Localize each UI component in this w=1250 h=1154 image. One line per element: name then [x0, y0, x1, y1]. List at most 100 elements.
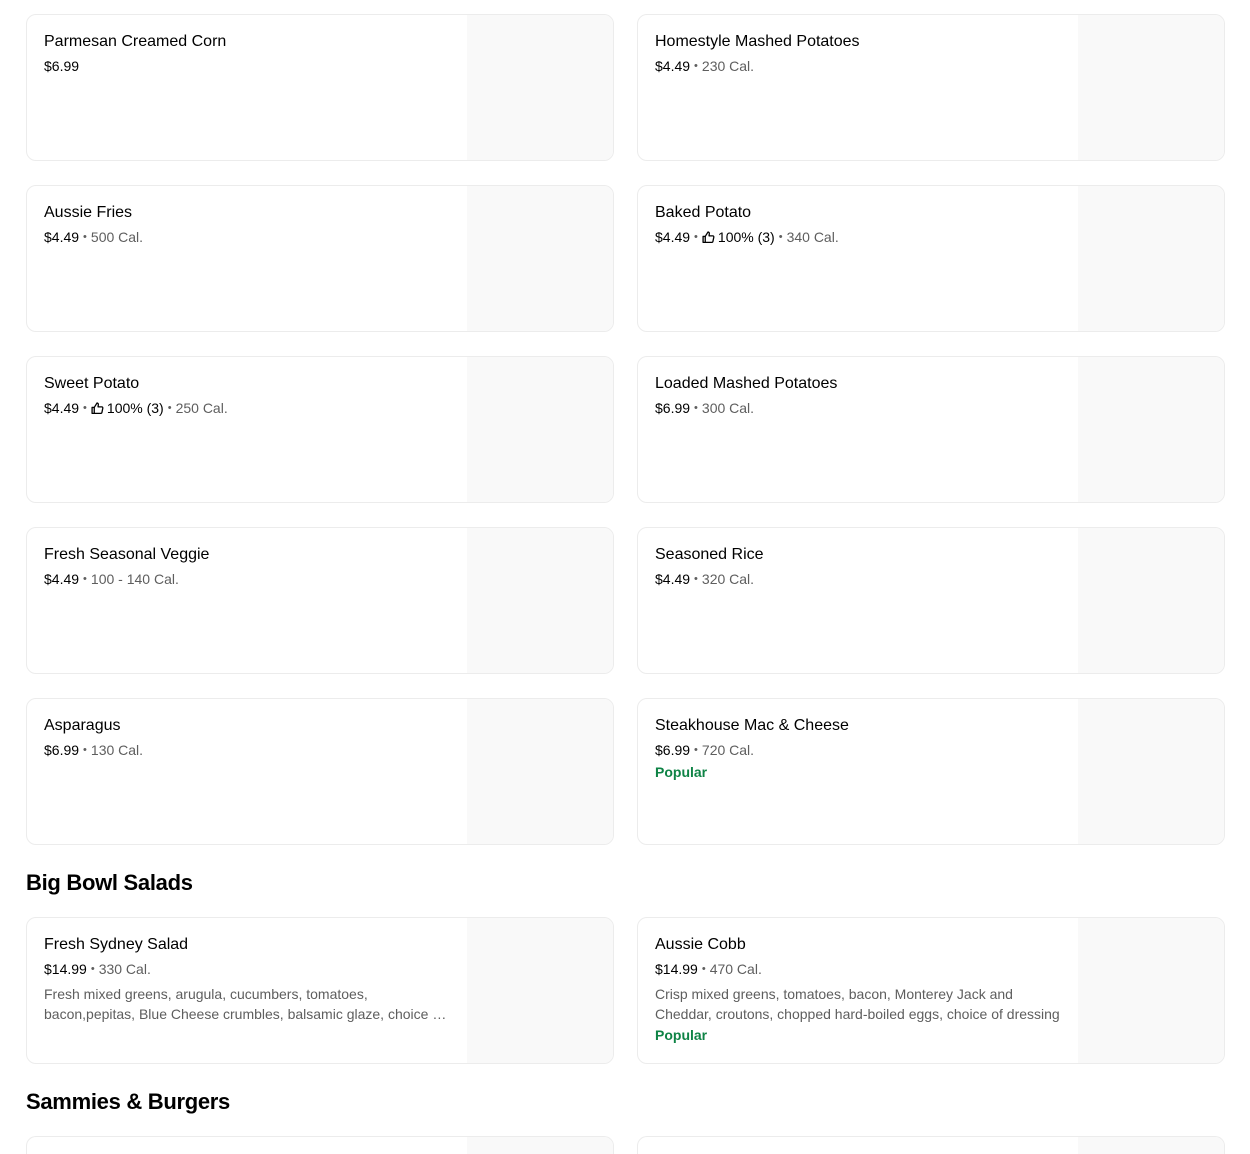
item-rating: 100% (3) — [717, 229, 775, 245]
popular-badge: Popular — [655, 764, 708, 780]
item-price: $4.49 — [44, 571, 80, 587]
menu-item-card[interactable]: Seasoned Rice $4.49 • 320 Cal. — [637, 527, 1225, 674]
item-meta: $14.99 • 470 Cal. — [655, 960, 1078, 978]
item-price: $4.49 — [655, 58, 691, 74]
item-meta: $4.49 • 100 - 140 Cal. — [44, 570, 467, 588]
item-price: $4.49 — [44, 229, 80, 245]
menu-item-card[interactable]: Sweet Potato $4.49 • 100% (3) • 250 Cal. — [26, 356, 614, 503]
separator: • — [701, 963, 706, 975]
item-name: Seasoned Rice — [655, 546, 764, 563]
item-meta: $14.99 • 330 Cal. — [44, 960, 467, 978]
item-calories: 300 Cal. — [701, 400, 755, 416]
item-meta: $4.49 • 100% (3) • 250 Cal. — [44, 399, 467, 417]
menu-item-card[interactable] — [637, 1136, 1225, 1154]
item-calories: 320 Cal. — [701, 571, 755, 587]
item-image — [467, 1137, 613, 1154]
item-price: $4.49 — [44, 400, 80, 416]
item-image — [467, 357, 613, 502]
separator: • — [83, 402, 87, 414]
item-image — [467, 699, 613, 844]
item-price: $6.99 — [44, 58, 80, 74]
item-image — [1078, 1137, 1224, 1154]
item-image — [1078, 357, 1224, 502]
menu-item-card[interactable] — [26, 1136, 614, 1154]
item-image — [467, 15, 613, 160]
item-price: $4.49 — [655, 229, 691, 245]
item-meta: $4.49 • 100% (3) • 340 Cal. — [655, 228, 1078, 246]
separator: • — [778, 231, 783, 243]
menu-item-card[interactable]: Parmesan Creamed Corn $6.99 — [26, 14, 614, 161]
item-name: Sweet Potato — [44, 375, 140, 392]
item-name: Loaded Mashed Potatoes — [655, 375, 838, 392]
item-price: $6.99 — [44, 742, 80, 758]
item-image — [467, 528, 613, 673]
item-calories: 130 Cal. — [90, 742, 144, 758]
item-calories: 250 Cal. — [175, 400, 228, 416]
item-name: Steakhouse Mac & Cheese — [655, 717, 849, 734]
item-price: $6.99 — [655, 742, 691, 758]
item-calories: 470 Cal. — [709, 961, 762, 977]
menu-item-card[interactable]: Loaded Mashed Potatoes $6.99 • 300 Cal. — [637, 356, 1225, 503]
item-calories: 230 Cal. — [701, 58, 755, 74]
salads-grid: Fresh Sydney Salad $14.99 • 330 Cal. Fre… — [26, 917, 1225, 1064]
item-meta: $4.49 • 500 Cal. — [44, 228, 467, 246]
popular-badge: Popular — [655, 1027, 708, 1043]
item-meta: $4.49 • 320 Cal. — [655, 570, 1078, 588]
item-meta: $6.99 — [44, 57, 467, 75]
item-calories: 100 - 140 Cal. — [90, 571, 179, 587]
item-name: Aussie Fries — [44, 204, 133, 221]
menu-item-card[interactable]: Asparagus $6.99 • 130 Cal. — [26, 698, 614, 845]
item-price: $14.99 — [655, 961, 698, 977]
item-description: Crisp mixed greens, tomatoes, bacon, Mon… — [655, 986, 1060, 1022]
item-image — [1078, 918, 1224, 1063]
item-image — [1078, 186, 1224, 331]
item-price: $6.99 — [655, 400, 691, 416]
separator: • — [83, 744, 87, 756]
separator: • — [694, 231, 698, 243]
item-calories: 330 Cal. — [98, 961, 151, 977]
item-name: Homestyle Mashed Potatoes — [655, 33, 860, 50]
separator: • — [83, 573, 87, 585]
menu-item-card[interactable]: Fresh Sydney Salad $14.99 • 330 Cal. Fre… — [26, 917, 614, 1064]
item-calories: 340 Cal. — [786, 229, 839, 245]
separator: • — [83, 231, 87, 243]
item-name: Aussie Cobb — [655, 936, 746, 953]
item-description: Fresh mixed greens, arugula, cucumbers, … — [44, 986, 444, 1022]
item-name: Asparagus — [44, 717, 121, 734]
item-name: Fresh Sydney Salad — [44, 936, 189, 953]
item-name: Parmesan Creamed Corn — [44, 33, 227, 50]
item-image — [467, 186, 613, 331]
item-meta: $6.99 • 300 Cal. — [655, 399, 1078, 417]
menu-item-card[interactable]: Baked Potato $4.49 • 100% (3) • 340 Cal. — [637, 185, 1225, 332]
menu-item-card[interactable]: Aussie Cobb $14.99 • 470 Cal. Crisp mixe… — [637, 917, 1225, 1064]
separator: • — [167, 402, 172, 414]
menu-item-card[interactable]: Fresh Seasonal Veggie $4.49 • 100 - 140 … — [26, 527, 614, 674]
section-title-salads: Big Bowl Salads — [26, 870, 193, 895]
item-image — [1078, 15, 1224, 160]
item-calories: 720 Cal. — [701, 742, 755, 758]
item-price: $4.49 — [655, 571, 691, 587]
menu-item-card[interactable]: Steakhouse Mac & Cheese $6.99 • 720 Cal.… — [637, 698, 1225, 845]
separator: • — [694, 402, 698, 414]
section-title-sammies: Sammies & Burgers — [26, 1089, 230, 1114]
item-rating: 100% (3) — [106, 400, 164, 416]
item-meta: $4.49 • 230 Cal. — [655, 57, 1078, 75]
separator: • — [694, 573, 698, 585]
item-name: Fresh Seasonal Veggie — [44, 546, 210, 563]
menu-item-card[interactable]: Aussie Fries $4.49 • 500 Cal. — [26, 185, 614, 332]
sammies-grid — [26, 1136, 1225, 1154]
item-calories: 500 Cal. — [90, 229, 144, 245]
item-meta: $6.99 • 130 Cal. — [44, 741, 467, 759]
menu-item-card[interactable]: Homestyle Mashed Potatoes $4.49 • 230 Ca… — [637, 14, 1225, 161]
item-image — [1078, 528, 1224, 673]
item-price: $14.99 — [44, 961, 87, 977]
separator: • — [694, 60, 698, 72]
item-name: Baked Potato — [655, 204, 752, 221]
item-meta: $6.99 • 720 Cal. — [655, 741, 1078, 759]
thumbs-up-icon — [91, 401, 104, 415]
sides-grid: Parmesan Creamed Corn $6.99 Homestyle Ma… — [26, 14, 1225, 845]
item-image — [467, 918, 613, 1063]
separator: • — [90, 963, 95, 975]
item-image — [1078, 699, 1224, 844]
separator: • — [694, 744, 698, 756]
